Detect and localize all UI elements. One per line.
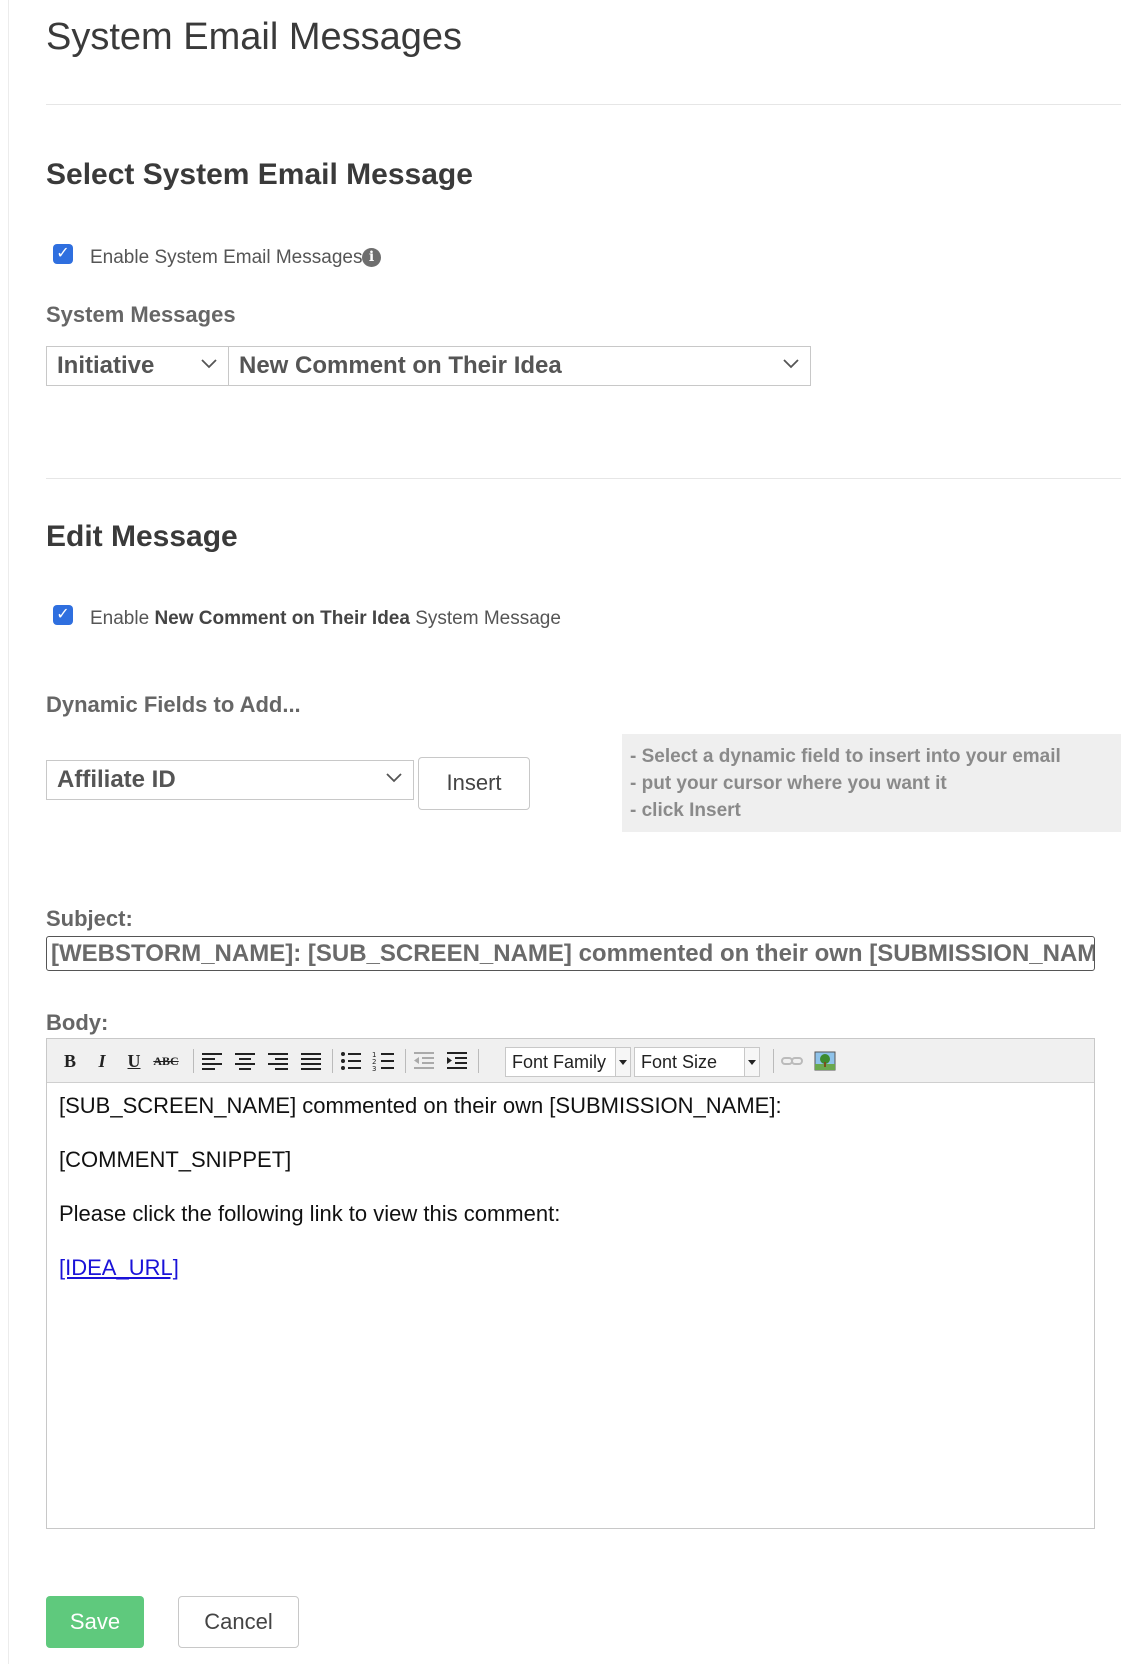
- dropdown-arrow-icon: [615, 1048, 630, 1076]
- indent-icon[interactable]: [444, 1049, 470, 1073]
- enable-message-checkbox[interactable]: ✓: [53, 605, 73, 625]
- toolbar-separator: [478, 1049, 479, 1073]
- page: System Email Messages Select System Emai…: [0, 0, 1136, 1664]
- divider: [46, 104, 1121, 105]
- left-border: [8, 0, 9, 1664]
- dynamic-field-select[interactable]: Affiliate ID: [46, 760, 414, 800]
- body-editor: B I U ABC 123 Font Family Font Size [SUB…: [46, 1038, 1095, 1529]
- edit-section-title: Edit Message: [46, 520, 238, 553]
- message-select[interactable]: New Comment on Their Idea: [228, 346, 811, 386]
- body-line: Please click the following link to view …: [59, 1201, 561, 1226]
- strikethrough-button[interactable]: ABC: [153, 1049, 179, 1073]
- chevron-down-icon: [386, 773, 402, 783]
- chevron-down-icon: [201, 359, 217, 369]
- font-family-select-value: Font Family: [512, 1052, 607, 1072]
- dynamic-field-hint: - Select a dynamic field to insert into …: [622, 734, 1121, 832]
- info-icon[interactable]: i: [362, 248, 381, 267]
- category-select-value: Initiative: [57, 352, 155, 379]
- cancel-button[interactable]: Cancel: [178, 1596, 299, 1648]
- page-title: System Email Messages: [46, 16, 463, 58]
- enable-message-label: Enable New Comment on Their Idea System …: [90, 608, 561, 630]
- select-section-title: Select System Email Message: [46, 158, 473, 191]
- enable-message-label-suffix: System Message: [415, 608, 561, 629]
- save-button[interactable]: Save: [46, 1596, 144, 1648]
- svg-text:3: 3: [372, 1065, 376, 1073]
- toolbar-separator: [405, 1049, 406, 1073]
- enable-message-label-prefix: Enable: [90, 608, 150, 629]
- dynamic-fields-label: Dynamic Fields to Add...: [46, 692, 301, 717]
- align-center-icon[interactable]: [232, 1049, 258, 1073]
- idea-url-link[interactable]: [IDEA_URL]: [59, 1255, 179, 1280]
- editor-toolbar: B I U ABC 123 Font Family Font Size: [47, 1039, 1094, 1083]
- align-justify-icon[interactable]: [298, 1049, 324, 1073]
- hint-line: - click Insert: [630, 800, 741, 821]
- bullet-list-icon[interactable]: [338, 1049, 364, 1073]
- body-content[interactable]: [SUB_SCREEN_NAME] commented on their own…: [47, 1083, 1094, 1528]
- insert-image-icon[interactable]: [812, 1049, 838, 1073]
- align-left-icon[interactable]: [199, 1049, 225, 1073]
- link-icon[interactable]: [779, 1049, 805, 1073]
- enable-system-email-label: Enable System Email Messages: [90, 247, 363, 268]
- divider: [46, 478, 1121, 479]
- subject-label: Subject:: [46, 906, 133, 931]
- body-line: [COMMENT_SNIPPET]: [59, 1147, 292, 1172]
- enable-system-email-checkbox[interactable]: ✓: [53, 244, 73, 264]
- category-select[interactable]: Initiative: [46, 346, 229, 386]
- font-size-select[interactable]: Font Size: [634, 1047, 760, 1077]
- font-size-select-value: Font Size: [641, 1052, 718, 1072]
- toolbar-separator: [332, 1049, 333, 1073]
- outdent-icon[interactable]: [411, 1049, 437, 1073]
- toolbar-separator: [773, 1049, 774, 1073]
- enable-message-label-name: New Comment on Their Idea: [154, 608, 410, 629]
- dynamic-field-select-value: Affiliate ID: [57, 766, 176, 793]
- numbered-list-icon[interactable]: 123: [371, 1049, 397, 1073]
- body-label: Body:: [46, 1010, 109, 1035]
- underline-button[interactable]: U: [121, 1049, 147, 1073]
- subject-input[interactable]: [WEBSTORM_NAME]: [SUB_SCREEN_NAME] comme…: [46, 936, 1095, 971]
- bold-button[interactable]: B: [57, 1049, 83, 1073]
- align-right-icon[interactable]: [265, 1049, 291, 1073]
- toolbar-separator: [193, 1049, 194, 1073]
- hint-line: - Select a dynamic field to insert into …: [630, 746, 1061, 767]
- chevron-down-icon: [783, 359, 799, 369]
- message-select-value: New Comment on Their Idea: [239, 352, 562, 379]
- dropdown-arrow-icon: [744, 1048, 759, 1076]
- system-messages-label: System Messages: [46, 302, 236, 327]
- italic-button[interactable]: I: [89, 1049, 115, 1073]
- font-family-select[interactable]: Font Family: [505, 1047, 631, 1077]
- body-line: [SUB_SCREEN_NAME] commented on their own…: [59, 1093, 782, 1118]
- insert-button[interactable]: Insert: [418, 757, 530, 810]
- hint-line: - put your cursor where you want it: [630, 773, 947, 794]
